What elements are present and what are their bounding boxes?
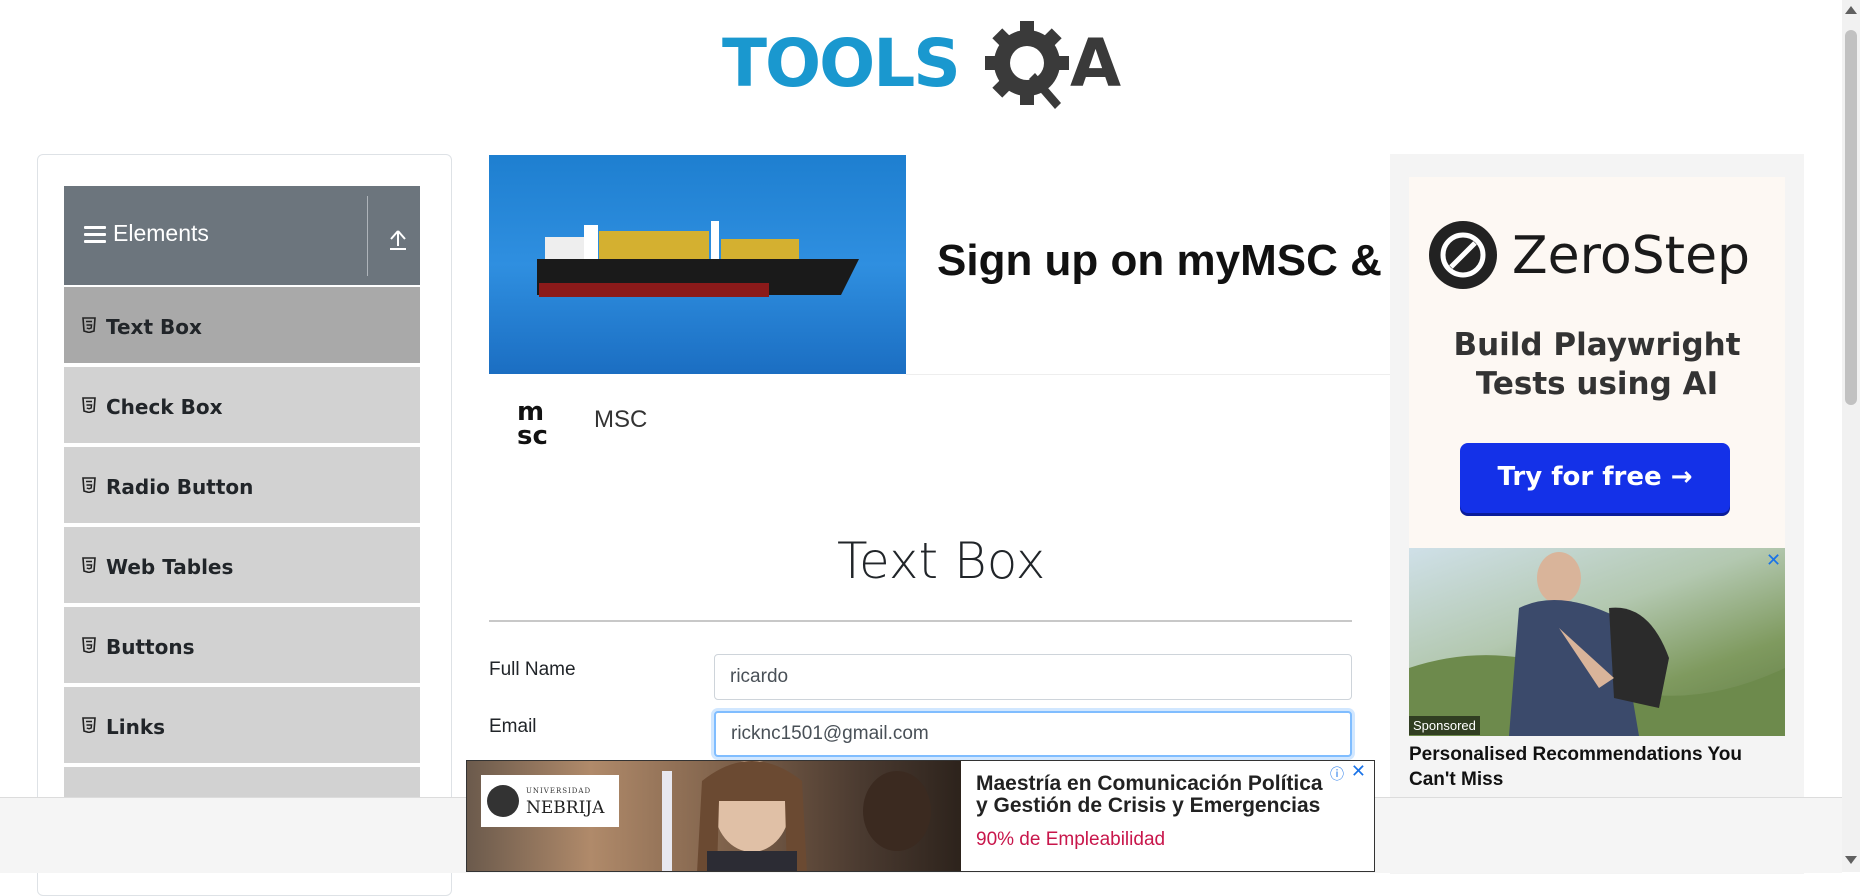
bottom-ad-subtitle[interactable]: 90% de Empleabilidad — [976, 829, 1165, 851]
scroll-down-arrow-icon[interactable] — [1845, 856, 1857, 864]
html5-icon — [82, 477, 96, 494]
full-name-label: Full Name — [489, 659, 576, 680]
gear-icon — [985, 21, 1069, 109]
banner-divider — [906, 374, 1390, 375]
sidebar-item-text-box[interactable]: Text Box — [64, 285, 420, 363]
msc-logo[interactable]: m sc — [513, 396, 563, 451]
banner-ad-image[interactable] — [489, 155, 906, 374]
sidebar-item-radio-button[interactable]: Radio Button — [64, 445, 420, 523]
zerostep-tagline: Build Playwright Tests using AI — [1409, 326, 1785, 404]
html5-icon — [82, 557, 96, 574]
scrollbar-thumb[interactable] — [1845, 30, 1857, 405]
sidebar-item-label: Check Box — [106, 395, 223, 419]
bottom-ad-title[interactable]: Maestría en Comunicación Política y Gest… — [976, 773, 1323, 817]
bottom-ad-title-line-2: y Gestión de Crisis y Emergencias — [976, 794, 1321, 817]
ad-close-icon[interactable]: ✕ — [1766, 550, 1781, 571]
sidebar-item-label: Radio Button — [106, 475, 254, 499]
group-title: Elements — [113, 220, 209, 246]
bottom-ad-photo: UNIVERSIDAD NEBRIJA — [467, 761, 961, 871]
tagline-line-1: Build Playwright — [1453, 327, 1741, 363]
sidebar-item-check-box[interactable]: Check Box — [64, 365, 420, 443]
sponsored-badge: Sponsored — [1409, 716, 1480, 735]
title-divider — [489, 620, 1352, 622]
bottom-banner-ad[interactable]: UNIVERSIDAD NEBRIJA Maestría en Comunica… — [466, 760, 1375, 872]
toolsqa-logo[interactable]: TOOLS A — [722, 18, 1124, 114]
scroll-up-arrow-icon[interactable] — [1845, 6, 1857, 14]
logo-tools-text: TOOLS — [722, 25, 959, 102]
sidebar-item-label: Web Tables — [106, 555, 234, 579]
sidebar-item-links[interactable]: Links — [64, 685, 420, 763]
sidebar-item-buttons[interactable]: Buttons — [64, 605, 420, 683]
bottom-ad-close-icon[interactable]: ✕ — [1351, 761, 1366, 782]
page-title: Text Box — [837, 532, 1046, 590]
try-for-free-button[interactable]: Try for free → — [1460, 443, 1730, 513]
zerostep-brand: ZeroStep — [1512, 226, 1751, 286]
svg-text:sc: sc — [517, 421, 548, 446]
html5-icon — [82, 317, 96, 334]
sidebar-item-label: Text Box — [106, 315, 202, 339]
email-input[interactable] — [714, 711, 1352, 757]
svg-text:A: A — [1070, 25, 1121, 102]
bottom-ad-title-line-1: Maestría en Comunicación Política — [976, 772, 1323, 795]
ad-info-icon[interactable]: ⓘ — [1330, 764, 1344, 784]
html5-icon — [82, 637, 96, 654]
menu-icon — [84, 226, 106, 244]
nebrija-logo: UNIVERSIDAD NEBRIJA — [481, 775, 619, 827]
zerostep-logo-icon — [1429, 221, 1497, 289]
full-name-input[interactable] — [714, 654, 1352, 700]
sidebar-item-label: Links — [106, 715, 166, 739]
collapse-up-icon[interactable] — [388, 228, 408, 252]
svg-text:UNIVERSIDAD: UNIVERSIDAD — [526, 787, 591, 795]
sidebar-item-label: Buttons — [106, 635, 195, 659]
html5-icon — [82, 397, 96, 414]
banner-advertiser[interactable]: MSC — [594, 406, 647, 434]
recommendation-headline[interactable]: Personalised Recommendations You Can't M… — [1409, 742, 1785, 792]
sponsored-photo[interactable] — [1409, 548, 1785, 736]
email-label: Email — [489, 716, 537, 737]
svg-text:NEBRIJA: NEBRIJA — [526, 798, 605, 818]
elements-group-header[interactable]: Elements — [64, 186, 420, 285]
tagline-line-2: Tests using AI — [1475, 366, 1719, 402]
html5-icon — [82, 717, 96, 734]
header-divider — [367, 196, 368, 276]
banner-ad-headline[interactable]: Sign up on myMSC & B — [937, 236, 1389, 286]
sidebar-item-web-tables[interactable]: Web Tables — [64, 525, 420, 603]
